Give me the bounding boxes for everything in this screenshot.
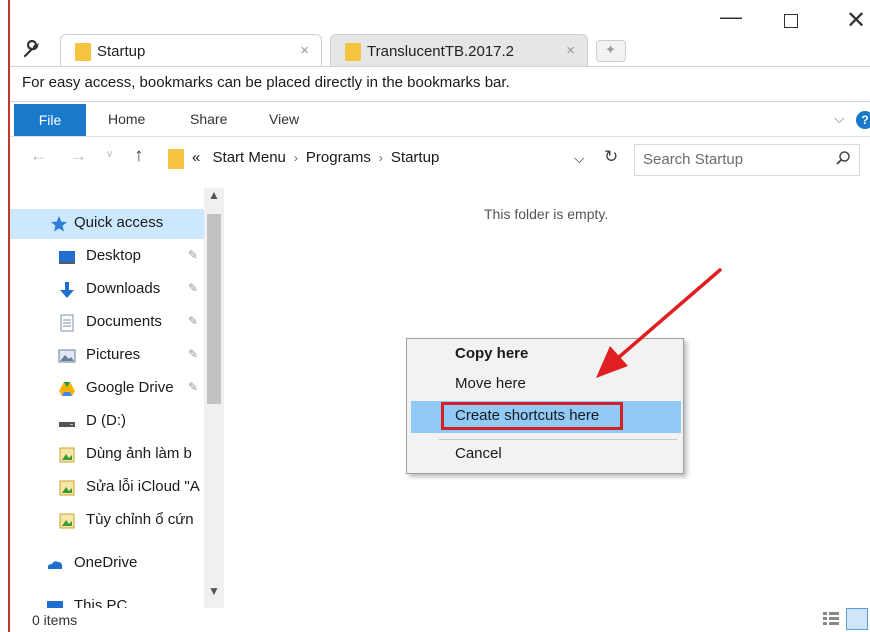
onedrive-icon	[47, 561, 63, 569]
breadcrumb-overflow[interactable]: «	[192, 149, 200, 166]
up-arrow-icon[interactable]: ↑	[134, 145, 144, 167]
folder-icon	[345, 43, 361, 61]
tab-label: Startup	[97, 43, 146, 60]
breadcrumb-programs[interactable]: Programs	[306, 149, 371, 166]
document-icon	[60, 314, 74, 332]
nav-label: Desktop	[86, 247, 142, 264]
large-icons-view-icon[interactable]	[846, 608, 868, 630]
bookmarks-hint: For easy access, bookmarks can be placed…	[22, 74, 510, 91]
nav-label: Pictures	[86, 346, 141, 363]
pin-icon: ✎	[188, 281, 199, 295]
plus-icon: ✦	[605, 42, 616, 57]
menu-separator	[439, 439, 677, 440]
nav-label: Sửa lỗi iCloud "A	[86, 478, 200, 495]
folder-icon	[75, 43, 91, 61]
status-bar: 0 items	[10, 608, 870, 632]
forward-arrow-icon[interactable]: →	[70, 146, 87, 166]
nav-item-documents[interactable]: Documents ✎	[10, 308, 210, 338]
nav-item-drive-d[interactable]: D (D:)	[10, 407, 210, 437]
breadcrumb-startup[interactable]: Startup	[391, 149, 439, 166]
breadcrumb-separator[interactable]: ›	[379, 151, 383, 165]
nav-item-this-pc[interactable]: This PC	[10, 592, 210, 608]
new-tab-button[interactable]: ✦	[596, 40, 626, 62]
tab-label: TranslucentTB.2017.2	[367, 43, 515, 60]
nav-item-onedrive[interactable]: OneDrive	[10, 549, 210, 579]
chevron-down-icon[interactable]: ⌵	[574, 150, 585, 167]
maximize-button[interactable]	[784, 14, 798, 28]
nav-item-pictures[interactable]: Pictures ✎	[10, 341, 210, 371]
ribbon-tab-share[interactable]: Share	[190, 111, 227, 127]
nav-item-desktop[interactable]: Desktop ✎	[10, 242, 210, 272]
nav-item-google-drive[interactable]: Google Drive ✎	[10, 374, 210, 404]
breadcrumb-separator[interactable]: ›	[294, 151, 298, 165]
menu-item-create-shortcuts-here[interactable]: Create shortcuts here	[455, 407, 599, 424]
drive-icon	[59, 422, 75, 427]
recent-locations-icon[interactable]: ∨	[106, 149, 113, 160]
ribbon-tab-file[interactable]: File	[14, 104, 86, 136]
nav-label: Documents	[86, 313, 162, 330]
download-icon	[60, 282, 74, 298]
pc-icon	[47, 601, 63, 608]
menu-item-cancel[interactable]: Cancel	[455, 445, 502, 462]
item-count: 0 items	[32, 612, 78, 628]
image-folder-icon	[59, 513, 75, 529]
star-icon	[51, 216, 67, 232]
empty-folder-message: This folder is empty.	[484, 206, 609, 222]
search-input[interactable]	[643, 151, 823, 168]
ribbon-tabs: File Home Share View ⌵ ?	[10, 104, 870, 137]
refresh-icon[interactable]: ↻	[604, 147, 618, 167]
tab-close-icon[interactable]: ×	[566, 42, 575, 59]
folder-icon	[168, 149, 184, 169]
breadcrumb-start-menu[interactable]: Start Menu	[213, 149, 286, 166]
annotation-arrow-icon	[596, 268, 722, 378]
pictures-icon	[58, 349, 76, 363]
address-bar[interactable]: « Start Menu › Programs › Startup ⌵ ↻	[164, 142, 624, 176]
pin-icon: ✎	[188, 248, 199, 262]
nav-label: D (D:)	[86, 412, 126, 429]
tab-close-icon[interactable]: ×	[300, 42, 309, 59]
pin-icon: ✎	[188, 314, 199, 328]
ribbon-tab-view[interactable]: View	[269, 111, 299, 127]
nav-item-quick-access[interactable]: Quick access	[10, 209, 210, 239]
nav-label: Dùng ảnh làm b	[86, 445, 192, 462]
nav-label: OneDrive	[74, 554, 138, 571]
details-view-icon[interactable]	[822, 610, 840, 628]
chevron-down-icon[interactable]: ⌵	[834, 110, 845, 127]
scroll-up-icon[interactable]: ▲	[208, 188, 220, 202]
nav-scrollbar[interactable]: ▲ ▼	[204, 188, 224, 608]
bookmarks-bar: For easy access, bookmarks can be placed…	[10, 66, 870, 102]
nav-label: Google Drive	[86, 379, 174, 396]
nav-item-downloads[interactable]: Downloads ✎	[10, 275, 210, 305]
tab-startup[interactable]: Startup ×	[60, 34, 322, 66]
image-folder-icon	[59, 480, 75, 496]
nav-label: Downloads	[86, 280, 161, 297]
nav-label: Quick access	[74, 214, 164, 231]
search-icon[interactable]	[835, 150, 851, 166]
menu-item-move-here[interactable]: Move here	[455, 375, 526, 392]
nav-item-folder-1[interactable]: Dùng ảnh làm b	[10, 440, 210, 470]
close-button[interactable]: ✕	[846, 6, 866, 35]
google-drive-icon	[59, 382, 75, 396]
tab-translucenttb[interactable]: TranslucentTB.2017.2 ×	[330, 34, 588, 66]
nav-label: This PC	[74, 597, 128, 608]
pin-icon: ✎	[188, 380, 199, 394]
breadcrumb: « Start Menu › Programs › Startup	[192, 149, 439, 166]
scroll-down-icon[interactable]: ▼	[208, 584, 220, 598]
desktop-icon	[59, 251, 75, 264]
scrollbar-thumb[interactable]	[207, 214, 221, 404]
nav-label: Tùy chỉnh ổ cứn	[86, 511, 194, 528]
nav-item-folder-2[interactable]: Sửa lỗi iCloud "A	[10, 473, 210, 503]
back-arrow-icon[interactable]: ←	[30, 146, 47, 166]
minimize-button[interactable]: —	[720, 4, 742, 30]
ribbon-tab-home[interactable]: Home	[108, 111, 145, 127]
search-box[interactable]	[634, 144, 860, 176]
menu-item-copy-here[interactable]: Copy here	[455, 345, 528, 362]
wrench-icon[interactable]	[22, 40, 42, 60]
image-folder-icon	[59, 447, 75, 463]
navigation-pane: Quick access Desktop ✎ Downloads ✎ Docum…	[10, 188, 228, 608]
pin-icon: ✎	[188, 347, 199, 361]
help-icon[interactable]: ?	[856, 111, 870, 129]
nav-item-folder-3[interactable]: Tùy chỉnh ổ cứn	[10, 506, 210, 536]
